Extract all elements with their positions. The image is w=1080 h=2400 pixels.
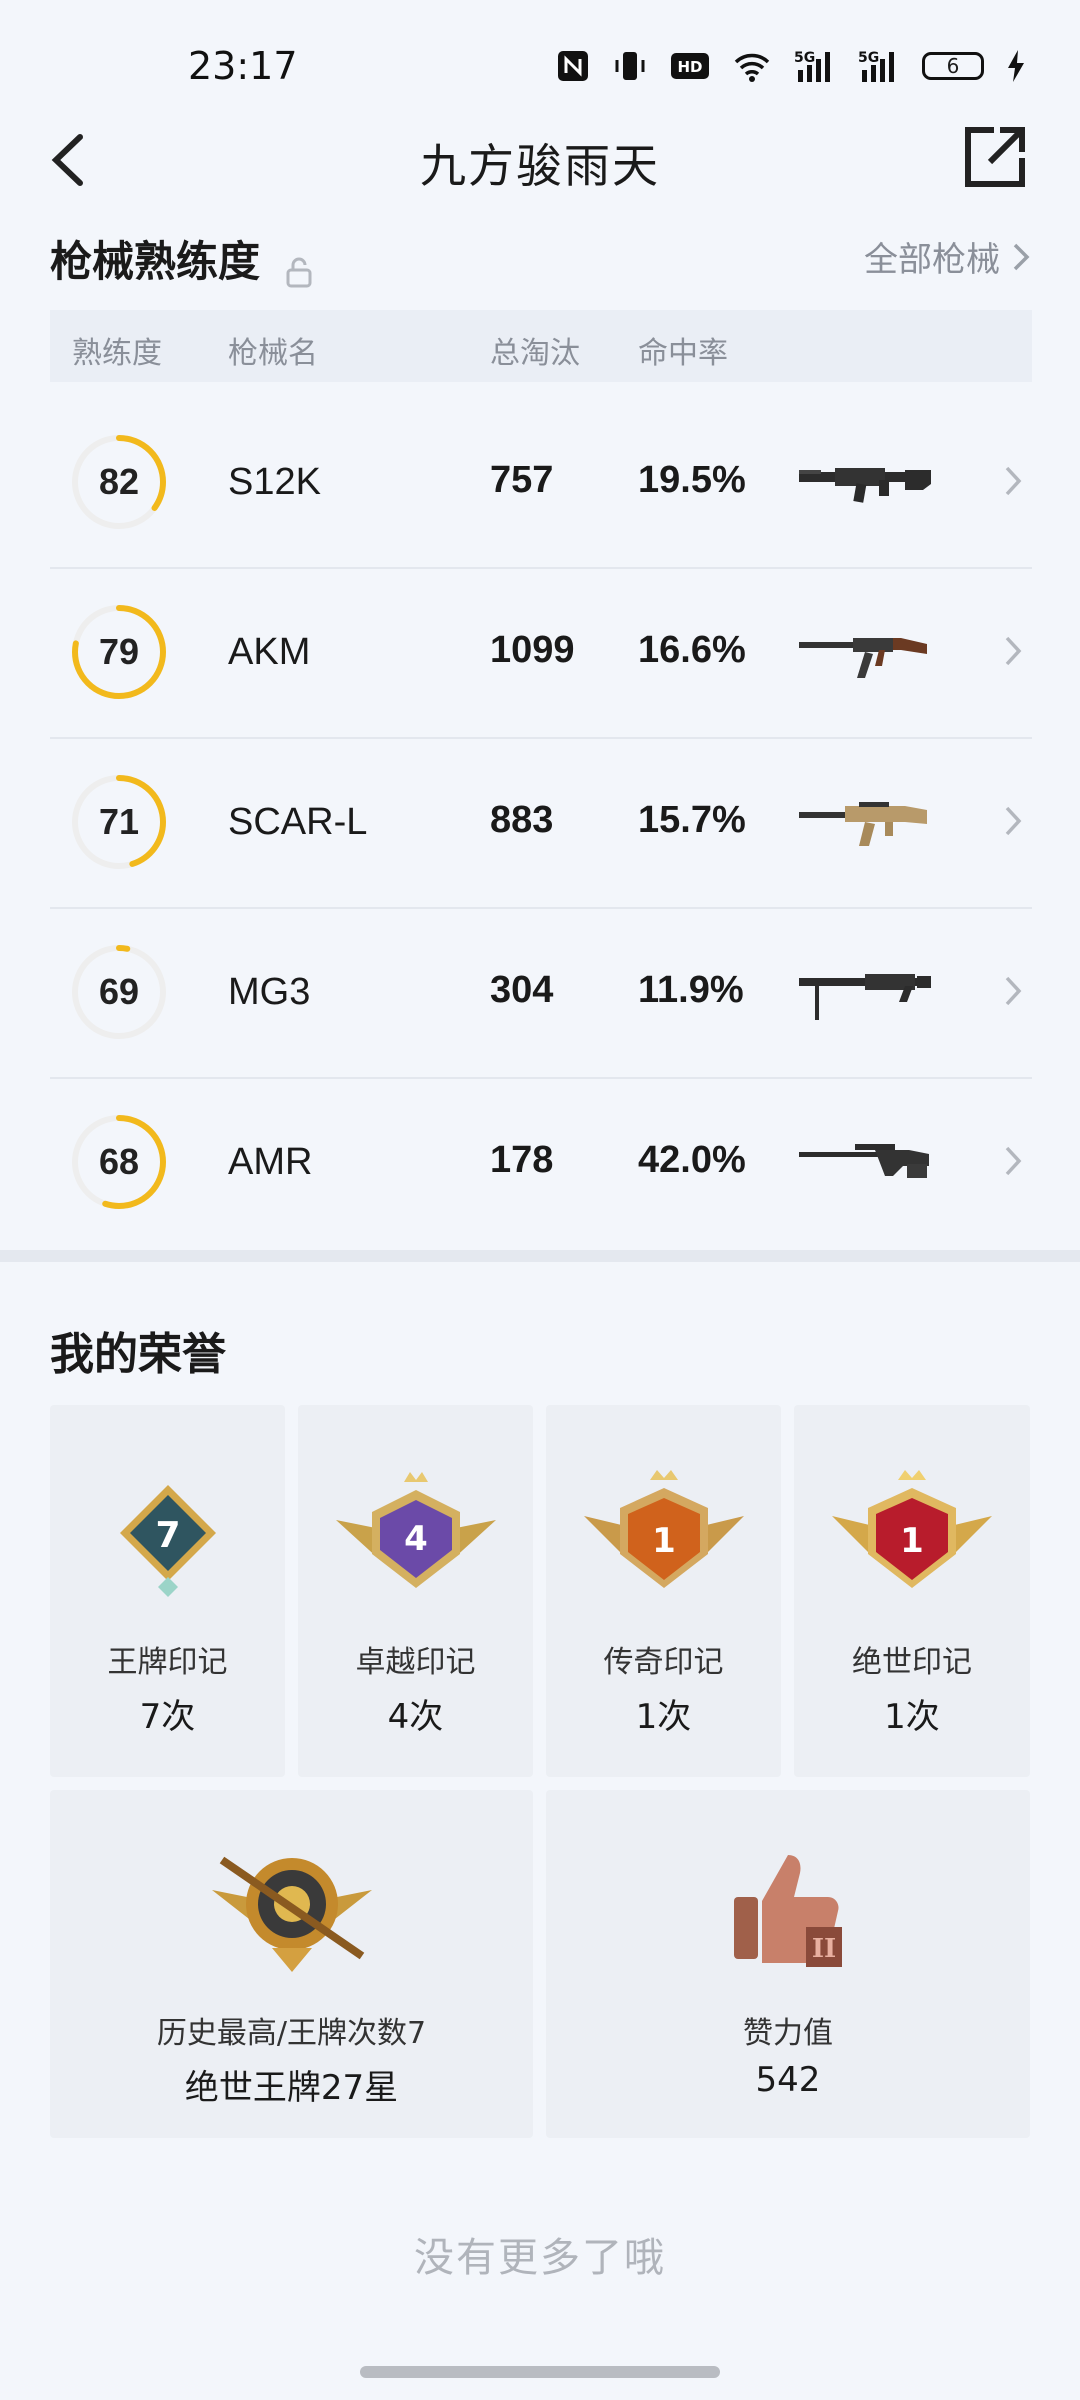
gun-hit-rate: 19.5% bbox=[638, 459, 746, 501]
mark-card-elite[interactable]: 4 卓越印记 4次 bbox=[298, 1405, 533, 1777]
legend-mark-badge-icon: 1 bbox=[583, 1470, 744, 1588]
gun-row[interactable]: 79 AKM 1099 16.6% bbox=[50, 567, 1032, 739]
signal-5g-icon-2: 5G bbox=[858, 50, 894, 82]
sniper-rifle-image bbox=[799, 1144, 929, 1178]
history-value: 绝世王牌27星 bbox=[184, 2068, 399, 2108]
gun-row[interactable]: 71 SCAR-L 883 15.7% bbox=[50, 737, 1032, 909]
gun-name: MG3 bbox=[228, 971, 311, 1013]
gun-row[interactable]: 69 MG3 304 11.9% bbox=[50, 907, 1032, 1079]
mark-card-peerless[interactable]: 1 绝世印记 1次 bbox=[794, 1405, 1030, 1777]
chevron-right-icon bbox=[1005, 1146, 1022, 1176]
gun-name: AMR bbox=[228, 1141, 313, 1183]
gun-hit-rate: 11.9% bbox=[638, 969, 744, 1011]
nav-bar: 九方骏雨天 bbox=[0, 110, 1080, 210]
mastery-header: 枪械熟练度 全部枪械 bbox=[50, 228, 1030, 288]
home-indicator[interactable] bbox=[360, 2366, 720, 2378]
gun-kills: 304 bbox=[490, 969, 554, 1011]
charging-icon bbox=[1008, 50, 1024, 82]
mastery-level: 79 bbox=[98, 631, 140, 672]
likes-value: 542 bbox=[755, 2060, 821, 2100]
likes-label: 赞力值 bbox=[743, 2016, 833, 2051]
nfc-icon bbox=[558, 51, 588, 81]
honors-title: 我的荣誉 bbox=[50, 1329, 226, 1380]
badge-number: 4 bbox=[404, 1519, 428, 1559]
history-label: 历史最高/王牌次数7 bbox=[156, 2016, 427, 2051]
gun-name: S12K bbox=[228, 461, 321, 503]
col-kills: 总淘汰 bbox=[490, 336, 580, 371]
mastery-level: 71 bbox=[98, 801, 140, 842]
mastery-level: 82 bbox=[98, 461, 140, 502]
shotgun-image bbox=[799, 468, 931, 503]
gun-name: SCAR-L bbox=[228, 801, 368, 843]
col-mastery: 熟练度 bbox=[72, 336, 162, 371]
share-button[interactable] bbox=[960, 122, 1030, 192]
hd-icon: HD bbox=[671, 53, 709, 79]
svg-text:5G: 5G bbox=[858, 50, 879, 66]
page-title: 九方骏雨天 bbox=[420, 139, 660, 193]
gun-kills: 178 bbox=[490, 1139, 554, 1181]
status-time: 23:17 bbox=[188, 44, 298, 88]
chevron-right-icon bbox=[1005, 976, 1022, 1006]
peerless-mark-badge-icon: 1 bbox=[832, 1470, 992, 1588]
gun-row[interactable]: 82 S12K 757 19.5% bbox=[50, 397, 1032, 569]
wifi-icon bbox=[734, 53, 770, 82]
col-hit-rate: 命中率 bbox=[638, 336, 728, 371]
mark-value: 1次 bbox=[884, 1697, 940, 1737]
unlock-icon[interactable] bbox=[285, 256, 313, 288]
elite-mark-badge-icon: 4 bbox=[335, 1472, 496, 1588]
mark-value: 7次 bbox=[139, 1697, 196, 1737]
mark-label: 传奇印记 bbox=[603, 1645, 724, 1680]
badge-number: 1 bbox=[652, 1521, 676, 1561]
gun-hit-rate: 15.7% bbox=[638, 799, 746, 841]
likes-card[interactable]: II 赞力值 542 bbox=[546, 1790, 1030, 2138]
machine-gun-image bbox=[799, 974, 931, 1020]
battery-icon: 6 bbox=[922, 52, 984, 80]
badge-number: 1 bbox=[900, 1521, 924, 1561]
history-card[interactable]: 历史最高/王牌次数7 绝世王牌27星 bbox=[50, 1790, 533, 2138]
chevron-right-icon bbox=[1005, 806, 1022, 836]
rifle-image bbox=[799, 802, 927, 846]
mark-card-ace[interactable]: 7 王牌印记 7次 bbox=[50, 1405, 285, 1777]
mark-label: 绝世印记 bbox=[852, 1645, 972, 1680]
gun-row[interactable]: 68 AMR 178 42.0% bbox=[50, 1077, 1032, 1247]
gun-hit-rate: 16.6% bbox=[638, 629, 746, 671]
section-divider bbox=[0, 1250, 1080, 1262]
mark-label: 卓越印记 bbox=[355, 1645, 476, 1680]
mark-value: 4次 bbox=[387, 1697, 444, 1737]
mastery-table-header: 熟练度 枪械名 总淘汰 命中率 bbox=[50, 310, 1032, 382]
chevron-right-icon bbox=[1005, 636, 1022, 666]
col-gun-name: 枪械名 bbox=[228, 336, 318, 371]
chevron-right-icon bbox=[1013, 243, 1030, 270]
mastery-level: 69 bbox=[98, 971, 140, 1012]
ace-mark-badge-icon: 7 bbox=[119, 1485, 216, 1597]
rifle-image bbox=[799, 638, 927, 678]
status-icons: HD 5G 5G 6 bbox=[556, 46, 1026, 86]
gun-hit-rate: 42.0% bbox=[638, 1139, 746, 1181]
history-rank-badge-icon bbox=[211, 1856, 372, 1972]
gun-name: AKM bbox=[228, 631, 311, 673]
svg-text:HD: HD bbox=[677, 58, 702, 76]
end-of-list-text: 没有更多了哦 bbox=[414, 2235, 666, 2281]
mark-value: 1次 bbox=[635, 1697, 692, 1737]
mastery-level: 68 bbox=[98, 1141, 140, 1182]
chevron-right-icon bbox=[1005, 466, 1022, 496]
all-guns-label: 全部枪械 bbox=[864, 240, 1000, 280]
gun-kills: 1099 bbox=[490, 629, 575, 671]
svg-text:II: II bbox=[812, 1934, 836, 1964]
badge-number: 7 bbox=[155, 1515, 180, 1556]
signal-5g-icon-1: 5G bbox=[794, 50, 830, 82]
battery-level: 6 bbox=[946, 54, 960, 78]
mastery-title: 枪械熟练度 bbox=[50, 237, 261, 286]
vibrate-icon bbox=[615, 52, 645, 80]
mark-card-legend[interactable]: 1 传奇印记 1次 bbox=[546, 1405, 781, 1777]
all-guns-link[interactable]: 全部枪械 bbox=[864, 232, 1030, 281]
mark-label: 王牌印记 bbox=[107, 1645, 228, 1680]
gun-kills: 757 bbox=[490, 459, 554, 501]
gun-kills: 883 bbox=[490, 799, 554, 841]
svg-text:5G: 5G bbox=[794, 50, 815, 66]
thumbs-up-icon: II bbox=[734, 1855, 842, 1967]
